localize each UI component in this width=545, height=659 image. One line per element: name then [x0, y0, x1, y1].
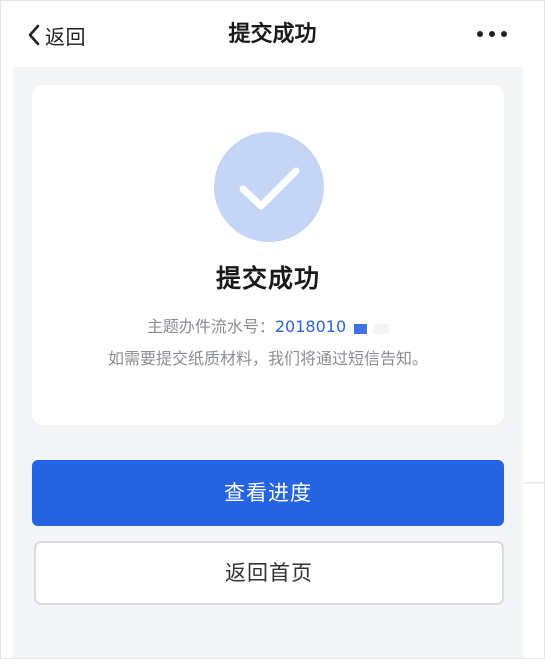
redacted-mark: [354, 318, 390, 337]
serial-number-line: 主题办件流水号：2018010: [32, 313, 504, 337]
edge-strip: [523, 67, 544, 658]
more-horizontal-icon: [501, 31, 507, 37]
serial-label: 主题办件流水号：: [146, 317, 275, 336]
more-horizontal-icon: [477, 31, 483, 37]
nav-bar: 返回 提交成功: [1, 1, 544, 67]
notice-text: 如需要提交纸质材料，我们将通过短信告知。: [107, 349, 428, 368]
result-title: 提交成功: [215, 264, 320, 293]
success-badge: [214, 132, 324, 242]
result-card: 提交成功 主题办件流水号：2018010 如需要提交纸质材料，我们将通过短信告知…: [32, 85, 504, 425]
checkmark-icon: [239, 167, 300, 210]
view-progress-button[interactable]: 查看进度: [32, 460, 504, 526]
app-frame: 返回 提交成功 提交成功 主题办件流水号：2018010 如需要提交纸质材料，我…: [0, 0, 545, 659]
back-home-button[interactable]: 返回首页: [34, 541, 504, 605]
more-menu-button[interactable]: [477, 27, 507, 41]
edge-divider: [524, 482, 544, 484]
page-title: 提交成功: [228, 22, 317, 47]
more-horizontal-icon: [489, 31, 495, 37]
serial-value: 2018010: [274, 317, 347, 336]
